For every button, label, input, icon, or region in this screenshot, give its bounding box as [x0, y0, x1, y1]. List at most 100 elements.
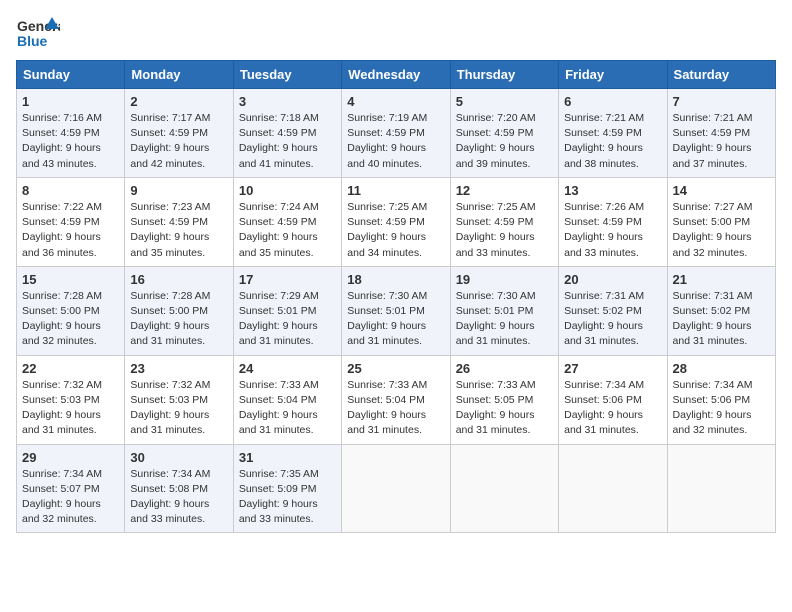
- day-number: 3: [239, 94, 336, 109]
- page-header: General Blue: [16, 16, 776, 52]
- day-number: 9: [130, 183, 227, 198]
- day-number: 12: [456, 183, 553, 198]
- calendar-day-cell: 30 Sunrise: 7:34 AM Sunset: 5:08 PM Dayl…: [125, 444, 233, 533]
- calendar-day-cell: 2 Sunrise: 7:17 AM Sunset: 4:59 PM Dayli…: [125, 89, 233, 178]
- weekday-header-sunday: Sunday: [17, 61, 125, 89]
- calendar-day-cell: 8 Sunrise: 7:22 AM Sunset: 4:59 PM Dayli…: [17, 177, 125, 266]
- day-number: 4: [347, 94, 444, 109]
- calendar-table: SundayMondayTuesdayWednesdayThursdayFrid…: [16, 60, 776, 533]
- calendar-day-cell: [342, 444, 450, 533]
- calendar-week-row: 29 Sunrise: 7:34 AM Sunset: 5:07 PM Dayl…: [17, 444, 776, 533]
- day-number: 16: [130, 272, 227, 287]
- day-info: Sunrise: 7:17 AM Sunset: 4:59 PM Dayligh…: [130, 111, 227, 172]
- day-info: Sunrise: 7:31 AM Sunset: 5:02 PM Dayligh…: [673, 289, 770, 350]
- day-number: 5: [456, 94, 553, 109]
- calendar-day-cell: 23 Sunrise: 7:32 AM Sunset: 5:03 PM Dayl…: [125, 355, 233, 444]
- day-info: Sunrise: 7:33 AM Sunset: 5:04 PM Dayligh…: [239, 378, 336, 439]
- day-info: Sunrise: 7:21 AM Sunset: 4:59 PM Dayligh…: [673, 111, 770, 172]
- day-info: Sunrise: 7:20 AM Sunset: 4:59 PM Dayligh…: [456, 111, 553, 172]
- day-info: Sunrise: 7:25 AM Sunset: 4:59 PM Dayligh…: [347, 200, 444, 261]
- calendar-day-cell: 22 Sunrise: 7:32 AM Sunset: 5:03 PM Dayl…: [17, 355, 125, 444]
- logo: General Blue: [16, 16, 60, 52]
- day-number: 18: [347, 272, 444, 287]
- calendar-day-cell: 3 Sunrise: 7:18 AM Sunset: 4:59 PM Dayli…: [233, 89, 341, 178]
- day-info: Sunrise: 7:33 AM Sunset: 5:04 PM Dayligh…: [347, 378, 444, 439]
- day-number: 21: [673, 272, 770, 287]
- day-info: Sunrise: 7:34 AM Sunset: 5:06 PM Dayligh…: [673, 378, 770, 439]
- calendar-day-cell: [559, 444, 667, 533]
- calendar-day-cell: 12 Sunrise: 7:25 AM Sunset: 4:59 PM Dayl…: [450, 177, 558, 266]
- day-info: Sunrise: 7:34 AM Sunset: 5:06 PM Dayligh…: [564, 378, 661, 439]
- calendar-day-cell: 26 Sunrise: 7:33 AM Sunset: 5:05 PM Dayl…: [450, 355, 558, 444]
- day-info: Sunrise: 7:26 AM Sunset: 4:59 PM Dayligh…: [564, 200, 661, 261]
- day-number: 6: [564, 94, 661, 109]
- calendar-day-cell: [667, 444, 775, 533]
- calendar-week-row: 22 Sunrise: 7:32 AM Sunset: 5:03 PM Dayl…: [17, 355, 776, 444]
- weekday-header-row: SundayMondayTuesdayWednesdayThursdayFrid…: [17, 61, 776, 89]
- day-info: Sunrise: 7:19 AM Sunset: 4:59 PM Dayligh…: [347, 111, 444, 172]
- calendar-day-cell: 9 Sunrise: 7:23 AM Sunset: 4:59 PM Dayli…: [125, 177, 233, 266]
- weekday-header-monday: Monday: [125, 61, 233, 89]
- day-number: 11: [347, 183, 444, 198]
- calendar-day-cell: 18 Sunrise: 7:30 AM Sunset: 5:01 PM Dayl…: [342, 266, 450, 355]
- calendar-day-cell: 31 Sunrise: 7:35 AM Sunset: 5:09 PM Dayl…: [233, 444, 341, 533]
- calendar-week-row: 15 Sunrise: 7:28 AM Sunset: 5:00 PM Dayl…: [17, 266, 776, 355]
- calendar-day-cell: 16 Sunrise: 7:28 AM Sunset: 5:00 PM Dayl…: [125, 266, 233, 355]
- calendar-day-cell: 29 Sunrise: 7:34 AM Sunset: 5:07 PM Dayl…: [17, 444, 125, 533]
- day-number: 17: [239, 272, 336, 287]
- day-info: Sunrise: 7:16 AM Sunset: 4:59 PM Dayligh…: [22, 111, 119, 172]
- day-info: Sunrise: 7:23 AM Sunset: 4:59 PM Dayligh…: [130, 200, 227, 261]
- calendar-day-cell: 25 Sunrise: 7:33 AM Sunset: 5:04 PM Dayl…: [342, 355, 450, 444]
- calendar-week-row: 1 Sunrise: 7:16 AM Sunset: 4:59 PM Dayli…: [17, 89, 776, 178]
- day-info: Sunrise: 7:33 AM Sunset: 5:05 PM Dayligh…: [456, 378, 553, 439]
- day-number: 10: [239, 183, 336, 198]
- day-info: Sunrise: 7:32 AM Sunset: 5:03 PM Dayligh…: [22, 378, 119, 439]
- day-number: 29: [22, 450, 119, 465]
- calendar-day-cell: 27 Sunrise: 7:34 AM Sunset: 5:06 PM Dayl…: [559, 355, 667, 444]
- day-number: 30: [130, 450, 227, 465]
- calendar-day-cell: 15 Sunrise: 7:28 AM Sunset: 5:00 PM Dayl…: [17, 266, 125, 355]
- weekday-header-thursday: Thursday: [450, 61, 558, 89]
- day-info: Sunrise: 7:25 AM Sunset: 4:59 PM Dayligh…: [456, 200, 553, 261]
- day-info: Sunrise: 7:34 AM Sunset: 5:07 PM Dayligh…: [22, 467, 119, 528]
- logo-svg: General Blue: [16, 16, 60, 52]
- day-number: 20: [564, 272, 661, 287]
- day-info: Sunrise: 7:35 AM Sunset: 5:09 PM Dayligh…: [239, 467, 336, 528]
- day-number: 27: [564, 361, 661, 376]
- day-number: 25: [347, 361, 444, 376]
- calendar-day-cell: 13 Sunrise: 7:26 AM Sunset: 4:59 PM Dayl…: [559, 177, 667, 266]
- day-number: 2: [130, 94, 227, 109]
- calendar-day-cell: 21 Sunrise: 7:31 AM Sunset: 5:02 PM Dayl…: [667, 266, 775, 355]
- calendar-day-cell: 19 Sunrise: 7:30 AM Sunset: 5:01 PM Dayl…: [450, 266, 558, 355]
- day-info: Sunrise: 7:18 AM Sunset: 4:59 PM Dayligh…: [239, 111, 336, 172]
- calendar-day-cell: 11 Sunrise: 7:25 AM Sunset: 4:59 PM Dayl…: [342, 177, 450, 266]
- calendar-day-cell: 17 Sunrise: 7:29 AM Sunset: 5:01 PM Dayl…: [233, 266, 341, 355]
- svg-text:Blue: Blue: [17, 33, 48, 49]
- day-info: Sunrise: 7:32 AM Sunset: 5:03 PM Dayligh…: [130, 378, 227, 439]
- calendar-day-cell: 6 Sunrise: 7:21 AM Sunset: 4:59 PM Dayli…: [559, 89, 667, 178]
- calendar-day-cell: 10 Sunrise: 7:24 AM Sunset: 4:59 PM Dayl…: [233, 177, 341, 266]
- day-number: 24: [239, 361, 336, 376]
- day-number: 31: [239, 450, 336, 465]
- day-info: Sunrise: 7:28 AM Sunset: 5:00 PM Dayligh…: [22, 289, 119, 350]
- day-number: 13: [564, 183, 661, 198]
- weekday-header-wednesday: Wednesday: [342, 61, 450, 89]
- day-number: 14: [673, 183, 770, 198]
- day-number: 15: [22, 272, 119, 287]
- calendar-day-cell: 28 Sunrise: 7:34 AM Sunset: 5:06 PM Dayl…: [667, 355, 775, 444]
- day-number: 26: [456, 361, 553, 376]
- day-info: Sunrise: 7:30 AM Sunset: 5:01 PM Dayligh…: [347, 289, 444, 350]
- day-number: 19: [456, 272, 553, 287]
- calendar-day-cell: 1 Sunrise: 7:16 AM Sunset: 4:59 PM Dayli…: [17, 89, 125, 178]
- calendar-day-cell: 5 Sunrise: 7:20 AM Sunset: 4:59 PM Dayli…: [450, 89, 558, 178]
- day-info: Sunrise: 7:22 AM Sunset: 4:59 PM Dayligh…: [22, 200, 119, 261]
- day-info: Sunrise: 7:34 AM Sunset: 5:08 PM Dayligh…: [130, 467, 227, 528]
- day-number: 23: [130, 361, 227, 376]
- calendar-day-cell: 14 Sunrise: 7:27 AM Sunset: 5:00 PM Dayl…: [667, 177, 775, 266]
- day-info: Sunrise: 7:31 AM Sunset: 5:02 PM Dayligh…: [564, 289, 661, 350]
- day-info: Sunrise: 7:27 AM Sunset: 5:00 PM Dayligh…: [673, 200, 770, 261]
- day-number: 1: [22, 94, 119, 109]
- calendar-day-cell: [450, 444, 558, 533]
- calendar-day-cell: 24 Sunrise: 7:33 AM Sunset: 5:04 PM Dayl…: [233, 355, 341, 444]
- calendar-day-cell: 20 Sunrise: 7:31 AM Sunset: 5:02 PM Dayl…: [559, 266, 667, 355]
